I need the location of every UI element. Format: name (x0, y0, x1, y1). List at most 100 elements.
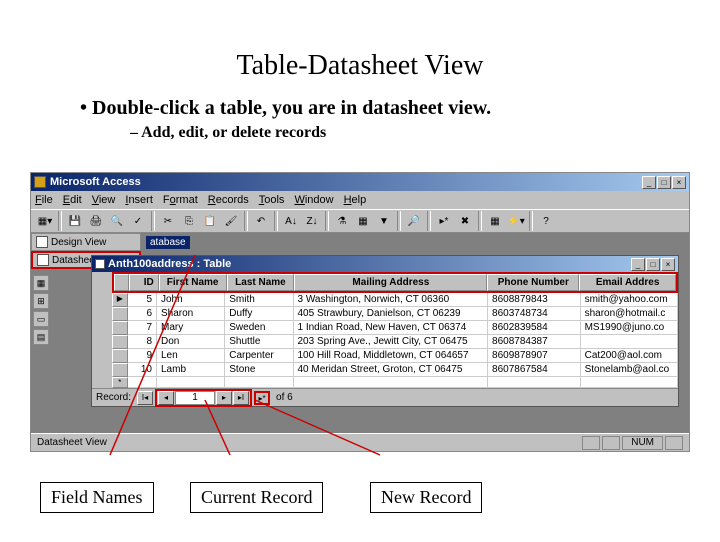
col-phone[interactable]: Phone Number (487, 274, 579, 291)
menu-insert[interactable]: Insert (125, 194, 153, 206)
row-selector[interactable] (112, 335, 128, 349)
cell-address[interactable]: 3 Washington, Norwich, CT 06360 (294, 293, 489, 307)
table-row[interactable]: 6SharonDuffy405 Strawbury, Danielson, CT… (112, 307, 678, 321)
cell-email[interactable]: Cat200@aol.com (581, 349, 678, 363)
cell-phone[interactable]: 8603748734 (488, 307, 581, 321)
close-button[interactable]: × (672, 176, 686, 189)
database-window-button[interactable]: ▦ (485, 211, 505, 231)
new-record-nav-button[interactable]: ▸* (254, 391, 270, 405)
print-preview-button[interactable]: 🔍 (107, 211, 127, 231)
cell-id[interactable]: 5 (128, 293, 157, 307)
design-view-button[interactable]: Design View (31, 233, 141, 251)
last-record-button[interactable]: ▸I (233, 391, 249, 405)
cell-id[interactable] (128, 377, 157, 388)
cell-lastname[interactable]: Duffy (225, 307, 293, 321)
menu-view[interactable]: View (92, 194, 116, 206)
cell-id[interactable]: 8 (128, 335, 157, 349)
col-id[interactable]: ID (129, 274, 158, 291)
row-selector[interactable] (112, 349, 128, 363)
cell-firstname[interactable]: Mary (157, 321, 225, 335)
row-selector[interactable] (112, 307, 128, 321)
row-selector[interactable] (112, 363, 128, 377)
table-close-button[interactable]: × (661, 258, 675, 271)
paste-button[interactable]: 📋 (200, 211, 220, 231)
menu-format[interactable]: Format (163, 194, 198, 206)
delete-record-button[interactable]: ✖ (455, 211, 475, 231)
prev-record-button[interactable]: ◂ (158, 391, 174, 405)
find-button[interactable]: 🔎 (404, 211, 424, 231)
menu-window[interactable]: Window (294, 194, 333, 206)
cell-email[interactable]: Stonelamb@aol.co (581, 363, 678, 377)
next-record-button[interactable]: ▸ (216, 391, 232, 405)
menu-records[interactable]: Records (208, 194, 249, 206)
filter-selection-button[interactable]: ⚗ (332, 211, 352, 231)
cell-firstname[interactable] (157, 377, 225, 388)
cell-phone[interactable]: 8608879843 (488, 293, 581, 307)
maximize-button[interactable]: □ (657, 176, 671, 189)
row-selector[interactable]: ▶ (112, 293, 128, 307)
cell-lastname[interactable]: Stone (225, 363, 293, 377)
objects-tab-tables[interactable]: ▦ (33, 275, 49, 291)
menu-tools[interactable]: Tools (259, 194, 285, 206)
table-maximize-button[interactable]: □ (646, 258, 660, 271)
cell-phone[interactable]: 8608784387 (488, 335, 581, 349)
current-record-input[interactable]: 1 (175, 391, 215, 405)
cell-lastname[interactable] (225, 377, 293, 388)
cell-email[interactable]: smith@yahoo.com (581, 293, 678, 307)
table-row[interactable]: * (112, 377, 678, 388)
minimize-button[interactable]: _ (642, 176, 656, 189)
cell-firstname[interactable]: Lamb (157, 363, 225, 377)
apply-filter-button[interactable]: ▼ (374, 211, 394, 231)
table-minimize-button[interactable]: _ (631, 258, 645, 271)
datasheet-grid[interactable]: ID First Name Last Name Mailing Address … (112, 272, 678, 388)
menu-help[interactable]: Help (344, 194, 367, 206)
cell-address[interactable]: 100 Hill Road, Middletown, CT 064657 (294, 349, 489, 363)
cell-phone[interactable]: 8609878907 (488, 349, 581, 363)
cell-firstname[interactable]: Don (157, 335, 225, 349)
cell-id[interactable]: 9 (128, 349, 157, 363)
cell-address[interactable]: 40 Meridan Street, Groton, CT 06475 (294, 363, 489, 377)
table-row[interactable]: 9LenCarpenter100 Hill Road, Middletown, … (112, 349, 678, 363)
sort-desc-button[interactable]: Z↓ (302, 211, 322, 231)
cell-phone[interactable]: 8607867584 (488, 363, 581, 377)
col-address[interactable]: Mailing Address (294, 274, 487, 291)
cut-button[interactable]: ✂ (158, 211, 178, 231)
new-object-button[interactable]: ⚡▾ (506, 211, 526, 231)
table-row[interactable]: ▶5JohnSmith3 Washington, Norwich, CT 063… (112, 293, 678, 307)
cell-id[interactable]: 10 (128, 363, 157, 377)
print-button[interactable]: 🖨 (86, 211, 106, 231)
cell-email[interactable]: MS1990@juno.co (581, 321, 678, 335)
objects-tab-queries[interactable]: ⊞ (33, 293, 49, 309)
cell-firstname[interactable]: Len (157, 349, 225, 363)
row-selector[interactable] (112, 321, 128, 335)
new-record-button[interactable]: ▸* (434, 211, 454, 231)
cell-lastname[interactable]: Shuttle (225, 335, 293, 349)
cell-firstname[interactable]: John (157, 293, 225, 307)
cell-email[interactable] (581, 335, 678, 349)
view-dropdown-button[interactable]: ▦▾ (35, 211, 55, 231)
col-firstname[interactable]: First Name (159, 274, 227, 291)
cell-firstname[interactable]: Sharon (157, 307, 225, 321)
menu-file[interactable]: File (35, 194, 53, 206)
table-row[interactable]: 7MarySweden1 Indian Road, New Haven, CT … (112, 321, 678, 335)
first-record-button[interactable]: I◂ (137, 391, 153, 405)
objects-tab-forms[interactable]: ▭ (33, 311, 49, 327)
cell-lastname[interactable]: Sweden (225, 321, 293, 335)
table-row[interactable]: 8DonShuttle203 Spring Ave., Jewitt City,… (112, 335, 678, 349)
undo-button[interactable]: ↶ (251, 211, 271, 231)
col-lastname[interactable]: Last Name (227, 274, 295, 291)
cell-address[interactable]: 1 Indian Road, New Haven, CT 06374 (294, 321, 489, 335)
cell-id[interactable]: 7 (128, 321, 157, 335)
spelling-button[interactable]: ✓ (128, 211, 148, 231)
help-button[interactable]: ? (536, 211, 556, 231)
filter-form-button[interactable]: ▦ (353, 211, 373, 231)
cell-email[interactable]: sharon@hotmail.c (581, 307, 678, 321)
save-button[interactable]: 💾 (65, 211, 85, 231)
cell-address[interactable] (294, 377, 489, 388)
cell-lastname[interactable]: Carpenter (225, 349, 293, 363)
format-painter-button[interactable]: 🖌 (221, 211, 241, 231)
objects-tab-reports[interactable]: ▤ (33, 329, 49, 345)
cell-phone[interactable] (488, 377, 581, 388)
cell-lastname[interactable]: Smith (225, 293, 293, 307)
row-selector[interactable]: * (112, 377, 128, 388)
